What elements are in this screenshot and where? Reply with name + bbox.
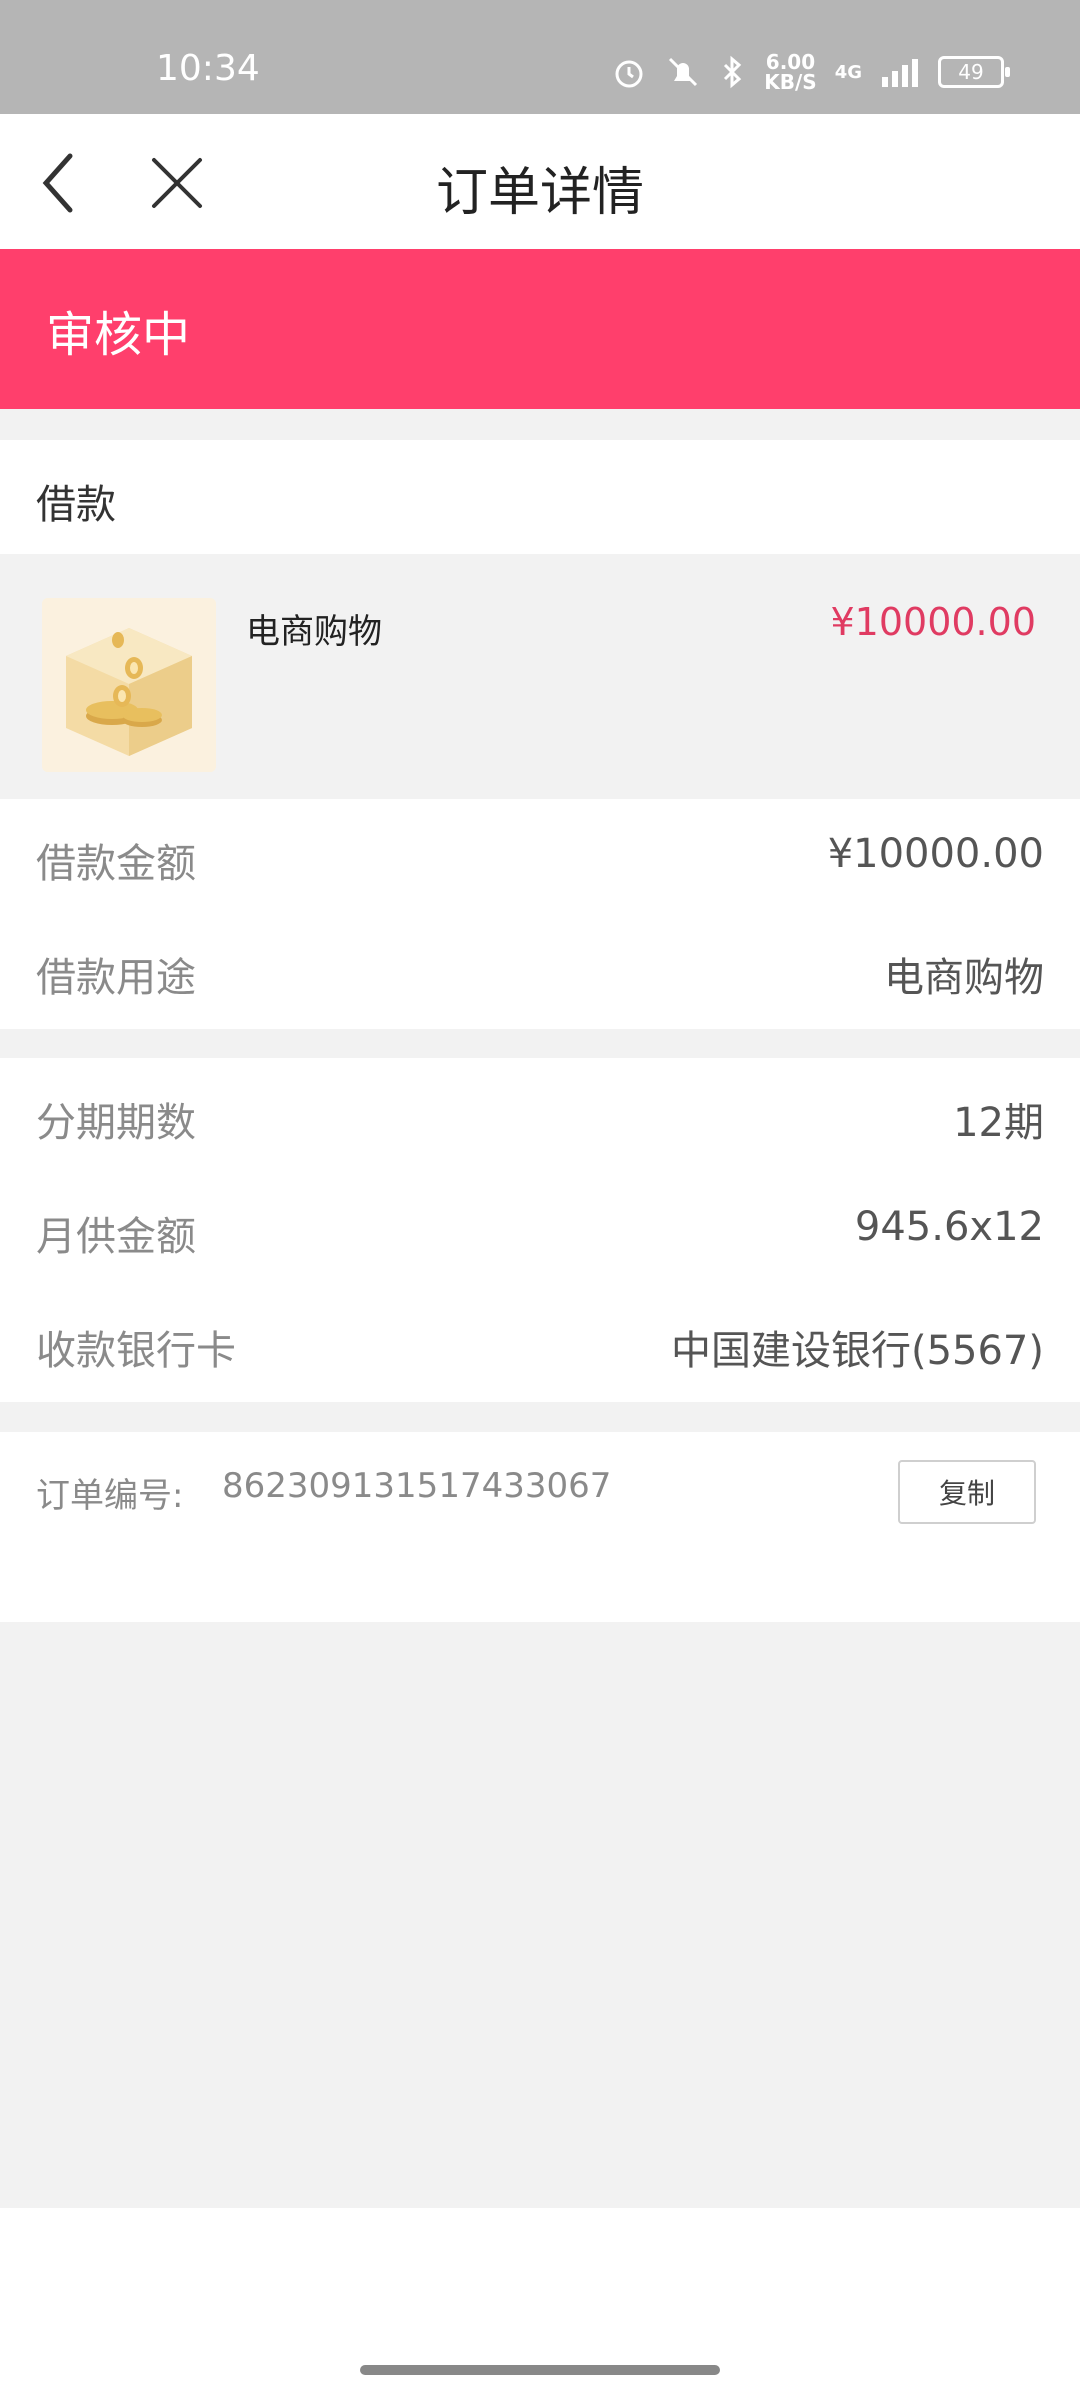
section-title-text: 借款 xyxy=(36,482,116,528)
divider xyxy=(0,1402,1080,1432)
detail-value: 12期 xyxy=(953,1100,1044,1146)
page-title: 订单详情 xyxy=(435,163,644,223)
bluetooth-icon xyxy=(724,55,742,89)
detail-row: 月供金额 945.6x12 xyxy=(0,1172,1080,1286)
battery-icon: 49 xyxy=(938,56,1010,88)
mute-icon xyxy=(669,57,698,87)
detail-label: 分期期数 xyxy=(36,1100,196,1146)
detail-label: 借款用途 xyxy=(36,955,196,1001)
status-banner: 审核中 xyxy=(0,249,1080,409)
network-speed: 6.00 KB/S xyxy=(764,50,817,94)
home-indicator[interactable] xyxy=(360,2365,720,2375)
detail-value: ¥10000.00 xyxy=(827,831,1044,877)
signal-icon xyxy=(882,59,918,87)
divider xyxy=(0,409,1080,440)
status-banner-text: 审核中 xyxy=(46,307,191,363)
order-number: 862309131517433067 xyxy=(222,1466,612,1506)
status-bar: 10:34 6.00 KB/S 4G 49 xyxy=(0,0,1080,114)
empty-area xyxy=(0,1622,1080,2208)
section-title: 借款 xyxy=(0,440,1080,554)
detail-row: 借款用途 电商购物 xyxy=(0,913,1080,1027)
detail-value: 中国建设银行(5567) xyxy=(670,1328,1044,1374)
product-thumbnail xyxy=(42,598,216,772)
order-info: 订单编号: 862309131517433067 复制 xyxy=(0,1432,1080,1622)
detail-value: 945.6x12 xyxy=(854,1204,1044,1250)
detail-label: 月供金额 xyxy=(36,1214,196,1260)
status-time: 10:34 xyxy=(156,48,260,89)
copy-button[interactable]: 复制 xyxy=(898,1460,1036,1524)
loan-details: 借款金额 ¥10000.00 借款用途 电商购物 xyxy=(0,799,1080,1029)
detail-row: 收款银行卡 中国建设银行(5567) xyxy=(0,1286,1080,1400)
order-number-label: 订单编号: xyxy=(36,1476,184,1516)
status-icons: 6.00 KB/S 4G 49 xyxy=(612,50,1010,94)
header: 订单详情 xyxy=(0,114,1080,248)
detail-row: 分期期数 12期 xyxy=(0,1058,1080,1172)
detail-row: 借款金额 ¥10000.00 xyxy=(0,799,1080,913)
alarm-icon xyxy=(615,60,643,88)
coin-box-icon xyxy=(42,598,216,772)
installment-details: 分期期数 12期 月供金额 945.6x12 收款银行卡 中国建设银行(5567… xyxy=(0,1058,1080,1402)
product-name: 电商购物 xyxy=(246,612,382,652)
product-price: ¥10000.00 xyxy=(830,600,1037,644)
network-type: 4G xyxy=(834,61,862,83)
detail-label: 借款金额 xyxy=(36,841,196,887)
detail-label: 收款银行卡 xyxy=(36,1328,236,1374)
divider xyxy=(0,1029,1080,1058)
product-row[interactable]: 电商购物 ¥10000.00 xyxy=(0,554,1080,799)
detail-value: 电商购物 xyxy=(884,955,1044,1001)
